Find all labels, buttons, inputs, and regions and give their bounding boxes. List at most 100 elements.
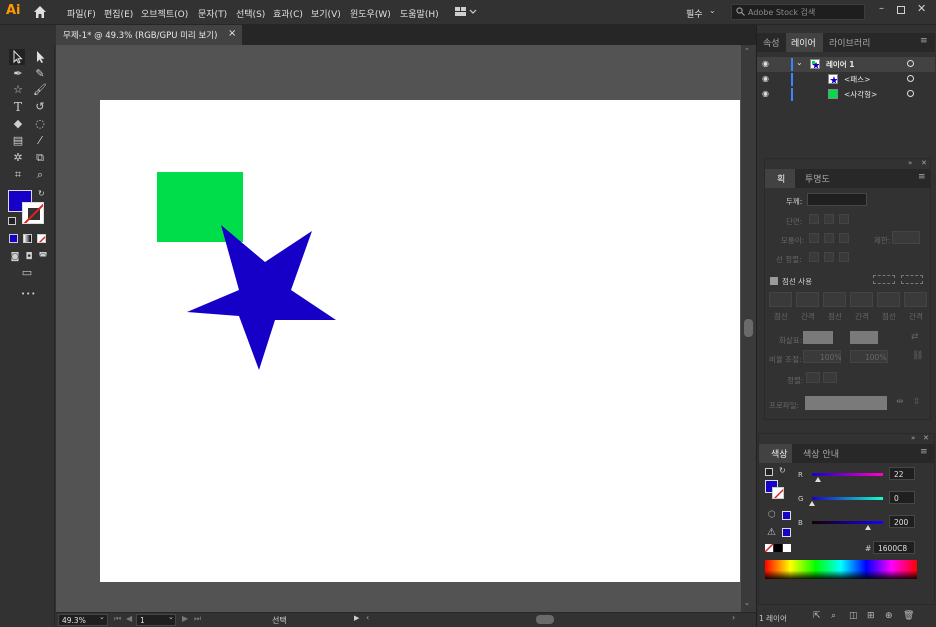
green-value-field[interactable]: 0 <box>889 491 915 504</box>
new-layer-icon[interactable]: ⊕ <box>885 611 893 621</box>
rotate-tool-icon[interactable]: ↺ <box>33 100 47 114</box>
menu-object[interactable]: 오브젝트(O) <box>141 7 188 20</box>
menu-select[interactable]: 선택(S) <box>236 7 265 20</box>
tab-properties[interactable]: 속성 <box>763 36 780 49</box>
paintbrush-tool-icon[interactable]: 🖌 <box>33 83 47 97</box>
green-rectangle[interactable] <box>157 172 243 242</box>
default-colors-icon[interactable] <box>8 217 16 225</box>
visibility-eye-icon[interactable]: ◉ <box>762 59 769 68</box>
prev-artboard-icon[interactable]: ◀ <box>126 614 132 623</box>
white-swatch[interactable] <box>783 544 791 552</box>
eraser-tool-icon[interactable]: ◆ <box>11 117 25 131</box>
red-value-field[interactable]: 22 <box>889 467 915 480</box>
gap-field[interactable] <box>850 292 873 307</box>
clipping-mask-icon[interactable]: ◫ <box>849 611 858 621</box>
tab-libraries[interactable]: 라이브러리 <box>829 36 870 49</box>
layer-row[interactable]: ◉ <사각형> <box>757 87 935 102</box>
menu-effect[interactable]: 효과(C) <box>273 7 303 20</box>
export-icon[interactable]: ⇱ <box>813 611 821 621</box>
none-color-swatch[interactable] <box>765 544 773 552</box>
document-tab[interactable]: 무제-1* @ 49.3% (RGB/GPU 미리 보기) × <box>56 25 242 45</box>
draw-behind-icon[interactable]: ◘ <box>22 250 36 264</box>
swap-fill-stroke-icon[interactable]: ↻ <box>779 466 786 475</box>
workspace-switcher[interactable]: 필수 <box>686 7 703 20</box>
gap-field[interactable] <box>904 292 927 307</box>
dash-preserve-icon[interactable] <box>873 275 895 284</box>
blue-value-field[interactable]: 200 <box>889 515 915 528</box>
eyedropper-tool-icon[interactable]: ⁄ <box>33 134 47 148</box>
lasso-tool-icon[interactable]: ◌ <box>33 117 47 131</box>
menu-view[interactable]: 보기(V) <box>311 7 341 20</box>
locate-object-icon[interactable]: ⌕ <box>831 611 836 621</box>
shape-builder-tool-icon[interactable]: ⧉ <box>33 151 47 165</box>
draw-normal-icon[interactable]: ◙ <box>8 250 22 264</box>
swap-arrows-icon[interactable]: ⇄ <box>911 332 919 342</box>
tab-color-guide[interactable]: 색상 안내 <box>803 447 839 460</box>
flip-horizontal-icon[interactable]: ⇹ <box>896 397 904 407</box>
swap-fill-stroke-icon[interactable]: ↻ <box>38 189 45 198</box>
hex-value-field[interactable]: 1600C8 <box>873 541 915 554</box>
horizontal-scroll-thumb[interactable] <box>536 615 554 624</box>
stroke-none-swatch[interactable] <box>22 202 44 224</box>
expand-chevron-icon[interactable]: ⌄ <box>796 58 803 67</box>
blue-slider-thumb[interactable] <box>864 525 871 530</box>
layer-row[interactable]: ◉ <패스> <box>757 72 935 87</box>
panel-menu-icon[interactable]: ≡ <box>920 447 928 457</box>
visibility-eye-icon[interactable]: ◉ <box>762 89 769 98</box>
out-of-gamut-warning-icon[interactable]: ⚠ <box>767 527 776 538</box>
gradient-tool-icon[interactable]: ▤ <box>11 134 25 148</box>
color-spectrum-bar[interactable] <box>765 560 917 579</box>
black-swatch[interactable] <box>774 544 782 552</box>
corner-round-icon[interactable] <box>824 233 834 243</box>
next-artboard-icon[interactable]: ▶ <box>182 614 188 623</box>
chevron-down-icon[interactable]: ⌄ <box>709 6 716 15</box>
vertical-scroll-thumb[interactable] <box>744 319 753 337</box>
menu-file[interactable]: 파일(F) <box>67 7 96 20</box>
close-tab-icon[interactable]: × <box>228 28 236 39</box>
panel-stroke-none-swatch[interactable] <box>772 487 784 499</box>
panel-menu-icon[interactable]: ≡ <box>918 172 926 182</box>
scroll-up-icon[interactable]: ⌃ <box>744 47 750 55</box>
collapse-panel-icon[interactable]: » <box>908 159 912 167</box>
pen-tool-icon[interactable]: ✒ <box>11 67 25 81</box>
blue-slider-track[interactable] <box>812 521 883 524</box>
symbol-sprayer-tool-icon[interactable]: ✲ <box>11 151 25 165</box>
blue-star[interactable] <box>187 225 336 370</box>
layer-row[interactable]: ◉ ⌄ 레이어 1 <box>757 57 935 72</box>
link-scale-icon[interactable]: ⛓ <box>912 351 923 361</box>
stock-search-input[interactable]: Adobe Stock 검색 <box>731 4 865 20</box>
scroll-left-icon[interactable]: ‹ <box>366 613 369 622</box>
curvature-tool-icon[interactable]: ✎ <box>33 67 47 81</box>
target-circle-icon[interactable] <box>907 75 914 82</box>
first-artboard-icon[interactable]: ⏮ <box>114 614 121 624</box>
screen-mode-icon[interactable]: ▭ <box>20 266 34 280</box>
align-inside-icon[interactable] <box>824 252 834 262</box>
profile-select[interactable] <box>805 396 887 410</box>
target-circle-icon[interactable] <box>907 60 914 67</box>
panel-menu-icon[interactable]: ≡ <box>920 36 928 46</box>
artboard[interactable] <box>100 100 740 582</box>
status-menu-icon[interactable]: ▶ <box>354 614 359 622</box>
arrange-documents-icon[interactable] <box>455 6 477 18</box>
collapse-panel-icon[interactable]: » <box>911 434 915 442</box>
selection-tool-icon[interactable] <box>9 49 25 65</box>
green-slider-track[interactable] <box>812 497 883 500</box>
cap-square-icon[interactable] <box>839 214 849 224</box>
scroll-down-icon[interactable]: ⌄ <box>744 599 750 607</box>
close-window-icon[interactable]: ✕ <box>917 2 926 15</box>
corner-bevel-icon[interactable] <box>839 233 849 243</box>
restore-icon[interactable] <box>897 6 905 14</box>
home-icon[interactable] <box>33 5 47 19</box>
green-slider-thumb[interactable] <box>809 501 815 506</box>
menu-edit[interactable]: 편집(E) <box>104 7 133 20</box>
red-slider-track[interactable] <box>812 473 883 476</box>
red-slider-thumb[interactable] <box>815 477 822 482</box>
chevron-down-icon[interactable]: ⌄ <box>99 613 105 621</box>
zoom-tool-icon[interactable]: ⌕ <box>33 168 47 182</box>
trash-icon[interactable]: 🗑 <box>903 611 914 621</box>
cap-butt-icon[interactable] <box>809 214 819 224</box>
close-panel-icon[interactable]: ✕ <box>921 159 927 167</box>
corner-miter-icon[interactable] <box>809 233 819 243</box>
target-circle-icon[interactable] <box>907 90 914 97</box>
visibility-eye-icon[interactable]: ◉ <box>762 74 769 83</box>
